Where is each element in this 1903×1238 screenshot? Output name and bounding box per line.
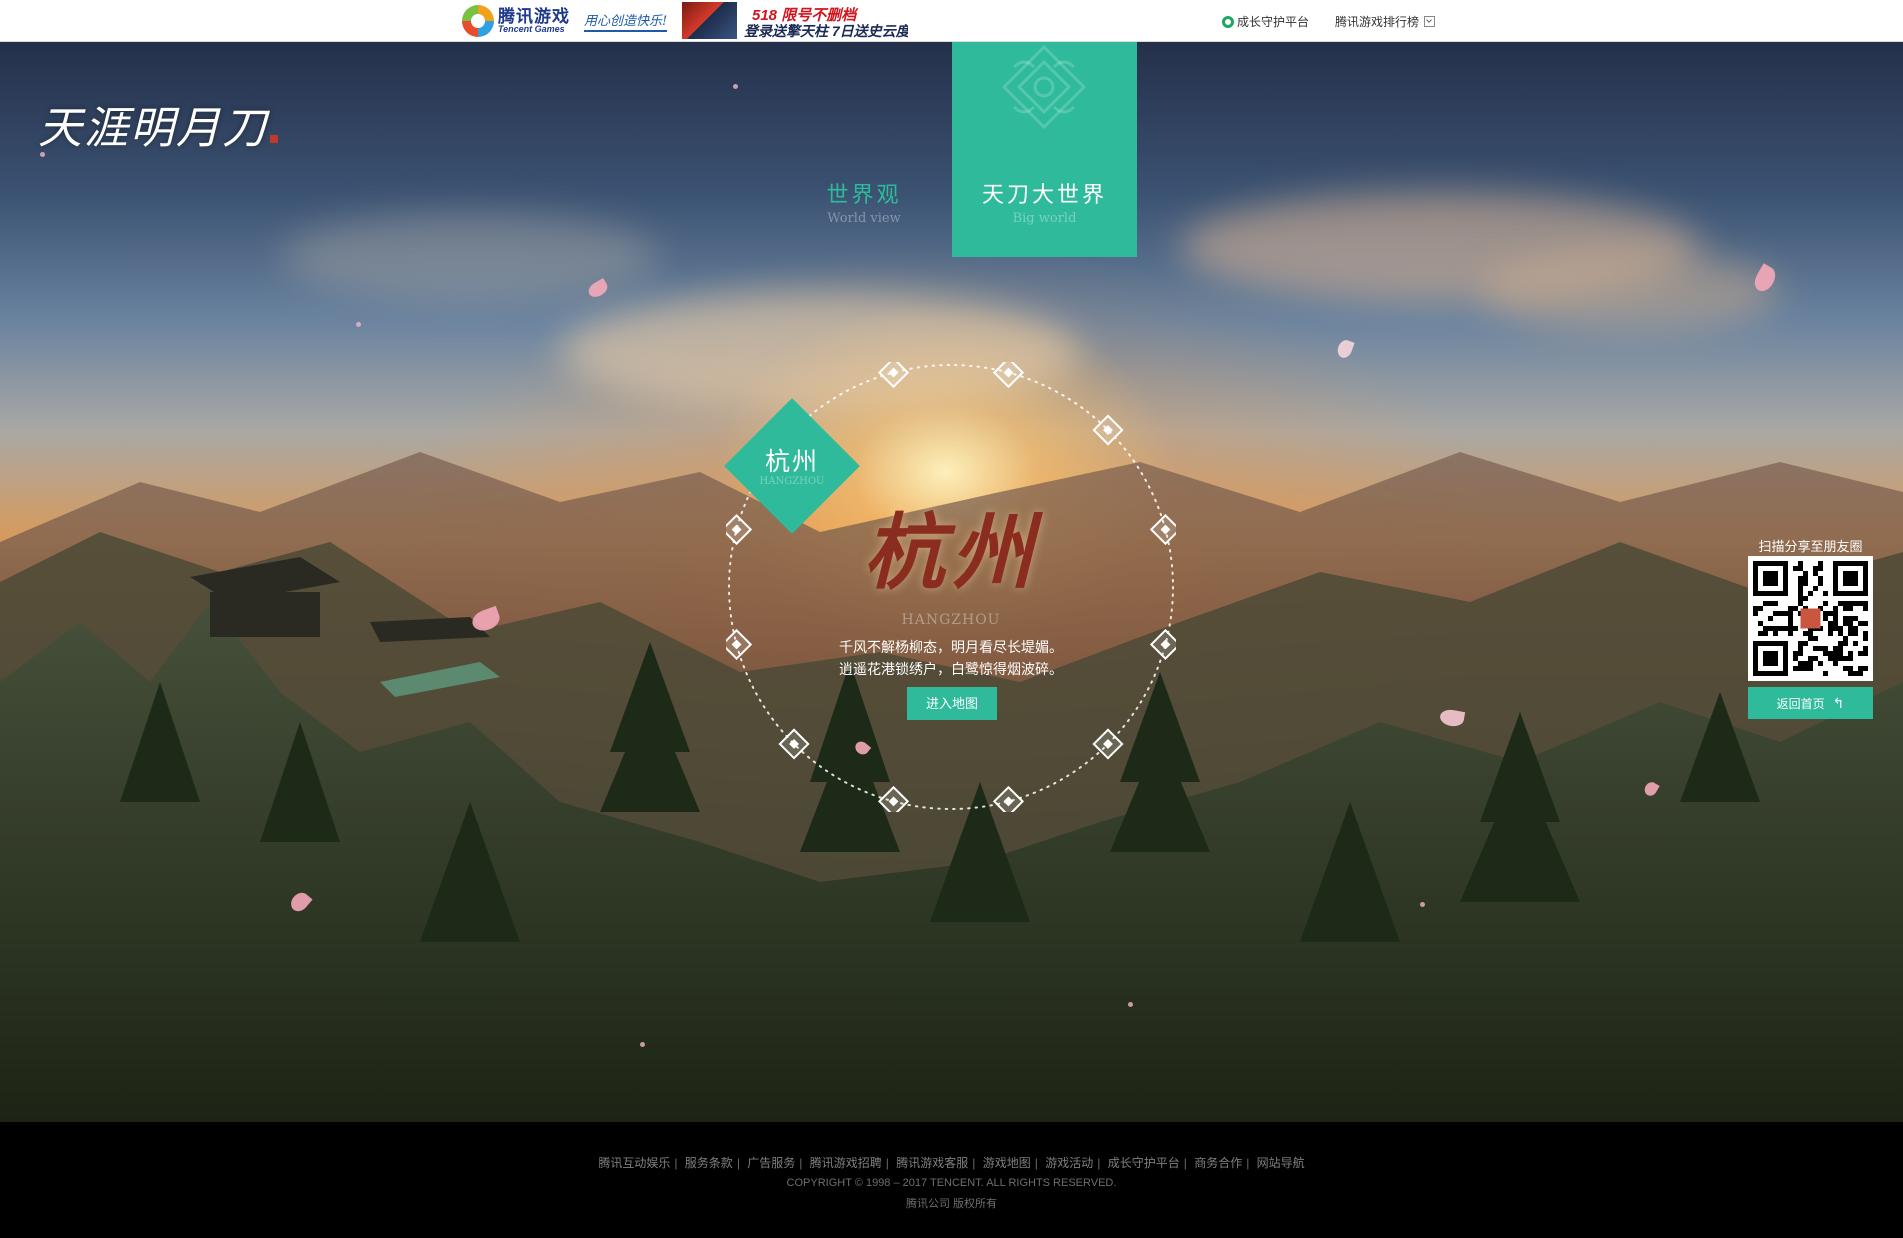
- tab-big-world-en: Big world: [1012, 211, 1077, 226]
- cloud-ornament-icon: [1001, 44, 1087, 130]
- footer-link[interactable]: 腾讯游戏招聘: [810, 1156, 882, 1170]
- logo-seal-icon: [270, 135, 278, 143]
- ring-diamond-marker[interactable]: [992, 785, 1025, 812]
- rank-list-label: 腾讯游戏排行榜: [1335, 15, 1420, 29]
- city-desc-line-2: 逍遥花港锁绣户，白鹭惊得烟波碎。: [839, 661, 1063, 677]
- growth-guard-link[interactable]: 成长守护平台: [1237, 13, 1309, 30]
- sparkle: [733, 84, 738, 89]
- footer-link[interactable]: 服务条款: [685, 1156, 733, 1170]
- tab-big-world[interactable]: 天刀大世界 Big world: [952, 42, 1137, 257]
- footer-link[interactable]: 腾讯互动娱乐: [598, 1156, 670, 1170]
- brand-en: Tencent Games: [498, 24, 565, 34]
- footer-link[interactable]: 网站导航: [1257, 1156, 1305, 1170]
- footer-company: 腾讯公司 版权所有: [905, 1198, 998, 1210]
- city-badge-en: HANGZHOU: [759, 476, 825, 487]
- tencent-games-mark-icon: [462, 5, 494, 37]
- qr-code-icon: [1753, 561, 1868, 676]
- tab-big-world-cn: 天刀大世界: [981, 183, 1107, 208]
- ad-line-2: 登录送擎天柱 7日送史云度: [744, 23, 908, 39]
- tencent-games-logo[interactable]: 腾讯游戏 Tencent Games: [462, 5, 570, 37]
- game-logo-text: 天涯明月刀: [38, 103, 268, 154]
- rank-list-link[interactable]: 腾讯游戏排行榜: [1335, 13, 1436, 30]
- city-desc-line-1: 千风不解杨柳态，明月看尽长堤媚。: [839, 639, 1063, 655]
- back-home-button[interactable]: 返回首页 ↰: [1748, 687, 1873, 719]
- share-qr-code: [1748, 556, 1873, 681]
- footer-link[interactable]: 成长守护平台: [1108, 1156, 1180, 1170]
- game-logo[interactable]: 天涯明月刀: [38, 92, 278, 156]
- petal: [1335, 338, 1355, 360]
- share-title: 扫描分享至朋友圈: [1758, 539, 1863, 554]
- city-title: 杭州: [863, 505, 1039, 601]
- footer: 腾讯互动娱乐 | 服务条款 | 广告服务 | 腾讯游戏招聘 | 腾讯游戏客服 | 游戏地图…: [0, 1122, 1903, 1238]
- back-home-label: 返回首页: [1776, 697, 1825, 711]
- brand-cn: 腾讯游戏: [498, 7, 570, 26]
- ring-diamond-marker[interactable]: [1092, 414, 1124, 446]
- top-ad-banner[interactable]: 518 限号不删档 登录送擎天柱 7日送史云度: [682, 2, 908, 39]
- ring-diamond-marker[interactable]: [992, 362, 1025, 389]
- sparkle: [640, 1042, 645, 1047]
- footer-link[interactable]: 腾讯游戏客服: [896, 1156, 968, 1170]
- ring-diamond-marker[interactable]: [877, 785, 910, 812]
- ring-diamond-marker[interactable]: [877, 362, 910, 389]
- city-pinyin: HANGZHOU: [901, 612, 1001, 628]
- tab-world-view-en: World view: [827, 211, 901, 226]
- footer-link[interactable]: 商务合作: [1194, 1156, 1242, 1170]
- cloud: [1480, 252, 1780, 332]
- city-badge-cn: 杭州: [764, 447, 819, 476]
- hero-scene: 天涯明月刀 世界观 World view 天刀大世界 Big world 杭州 …: [0, 42, 1903, 1122]
- sparkle: [1128, 1002, 1133, 1007]
- tab-world-view-cn: 世界观: [826, 183, 902, 208]
- footer-links: 腾讯互动娱乐 | 服务条款 | 广告服务 | 腾讯游戏招聘 | 腾讯游戏客服 | 游戏地图…: [598, 1156, 1305, 1170]
- ad-robot-image: [682, 2, 737, 39]
- sparkle: [1420, 902, 1425, 907]
- footer-link[interactable]: 广告服务: [747, 1156, 795, 1170]
- footer-link[interactable]: 游戏地图: [983, 1156, 1031, 1170]
- city-description: 千风不解杨柳态，明月看尽长堤媚。 逍遥花港锁绣户，白鹭惊得烟波碎。: [720, 636, 1182, 680]
- sparkle: [356, 322, 361, 327]
- growth-guard-icon: [1222, 15, 1234, 28]
- chevron-down-icon: [1424, 16, 1436, 27]
- footer-copyright: COPYRIGHT © 1998 – 2017 TENCENT. ALL RIG…: [786, 1177, 1117, 1189]
- top-bar: 腾讯游戏 Tencent Games 用心创造快乐! 518 限号不删档 登录送…: [0, 0, 1903, 42]
- tab-world-view[interactable]: 世界观 World view: [808, 177, 920, 226]
- top-right-links: 成长守护平台 腾讯游戏排行榜: [1222, 13, 1436, 30]
- brand-slogan: 用心创造快乐!: [584, 10, 668, 32]
- enter-map-button[interactable]: 进入地图: [907, 687, 997, 720]
- return-arrow-icon: ↰: [1832, 695, 1845, 711]
- ring-diamond-marker[interactable]: [778, 728, 810, 760]
- footer-link[interactable]: 游戏活动: [1045, 1156, 1093, 1170]
